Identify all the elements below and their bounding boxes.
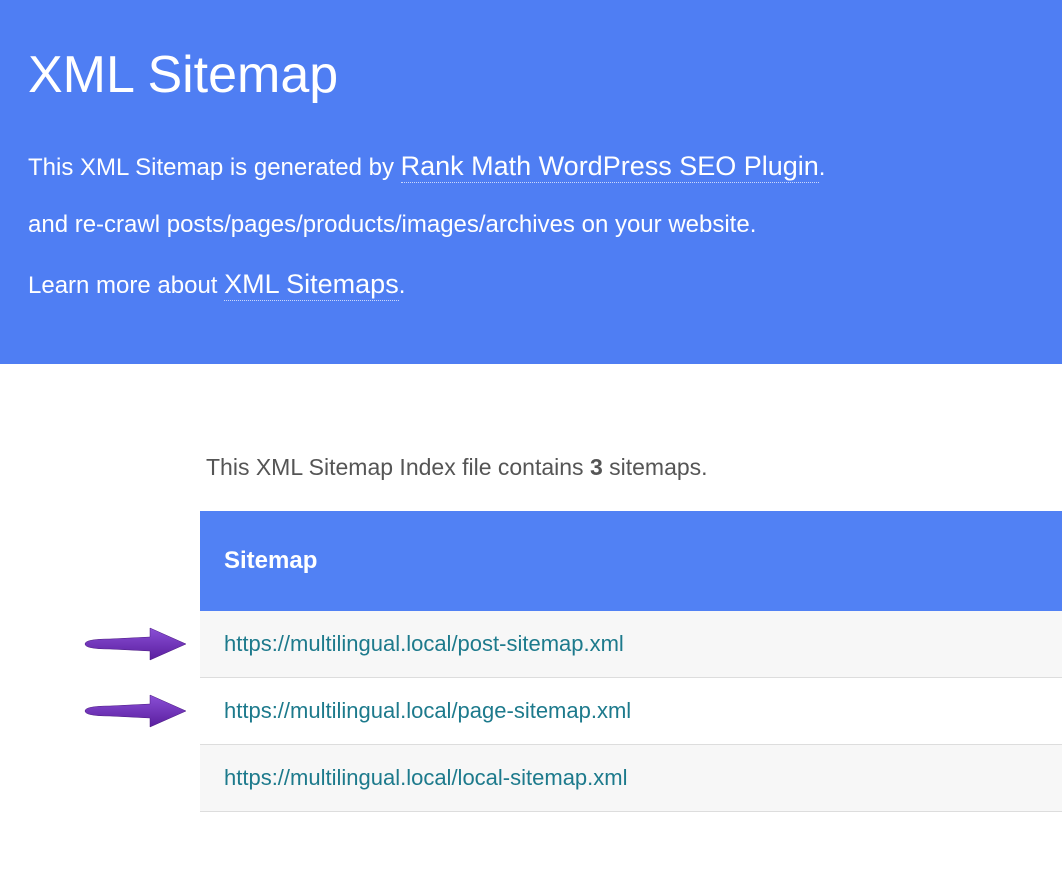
table-row: https://multilingual.local/local-sitemap… [200,745,1062,812]
learn-suffix: . [399,272,406,299]
learn-prefix: Learn more about [28,272,224,299]
sitemap-link[interactable]: https://multilingual.local/local-sitemap… [224,765,628,790]
rank-math-link[interactable]: Rank Math WordPress SEO Plugin [401,151,819,183]
page-header: XML Sitemap This XML Sitemap is generate… [0,0,1062,364]
sitemap-link[interactable]: https://multilingual.local/page-sitemap.… [224,698,631,723]
column-header-sitemap: Sitemap [200,511,1062,611]
intro-suffix: . [819,154,826,181]
content-area: This XML Sitemap Index file contains 3 s… [0,364,1062,812]
index-suffix: sitemaps. [603,454,708,480]
index-summary: This XML Sitemap Index file contains 3 s… [200,454,1062,481]
learn-more-line: Learn more about XML Sitemaps. [28,263,1034,306]
intro-line-2: and re-crawl posts/pages/products/images… [28,206,1034,244]
intro-line-1: This XML Sitemap is generated by Rank Ma… [28,145,1034,188]
sitemap-table: Sitemap https://multilingual.local/post-… [200,511,1062,812]
index-count: 3 [590,454,603,480]
pointer-arrow-icon [80,624,190,664]
intro-prefix: This XML Sitemap is generated by [28,154,401,181]
sitemap-link[interactable]: https://multilingual.local/post-sitemap.… [224,631,624,656]
page-title: XML Sitemap [28,45,1034,105]
xml-sitemaps-link[interactable]: XML Sitemaps [224,269,399,301]
table-row: https://multilingual.local/page-sitemap.… [200,678,1062,745]
index-prefix: This XML Sitemap Index file contains [206,454,590,480]
table-row: https://multilingual.local/post-sitemap.… [200,611,1062,678]
pointer-arrow-icon [80,691,190,731]
